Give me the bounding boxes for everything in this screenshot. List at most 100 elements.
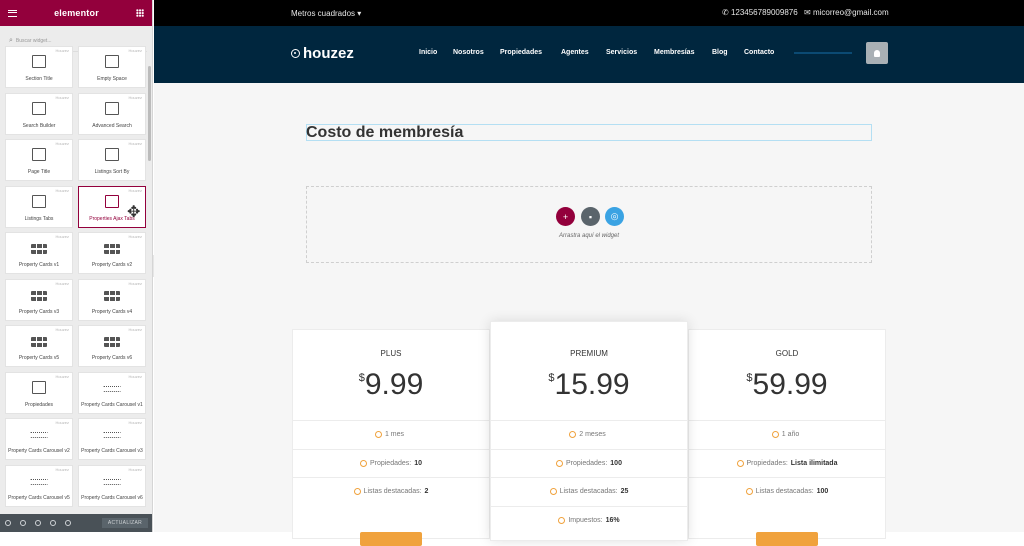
nav-inicio[interactable]: Inicio	[419, 49, 437, 56]
plan-select-button[interactable]	[360, 532, 422, 546]
site-logo[interactable]: houzez	[291, 45, 354, 62]
email-contact[interactable]: ✉ micorreo@gmail.com	[804, 8, 889, 17]
heading-widget[interactable]: Costo de membresía	[306, 124, 872, 141]
kit-library-button[interactable]: ◎	[605, 207, 624, 226]
feature-text: Listas destacadas:	[559, 488, 618, 495]
widget-card[interactable]: Houzez Empty Space	[78, 46, 146, 88]
elementor-panel: elementor ⌕ Buscar widget... Houzez Secti…	[0, 0, 153, 532]
responsive-icon[interactable]	[50, 520, 56, 526]
nav-blog[interactable]: Blog	[712, 49, 728, 56]
search-box-icon	[105, 101, 119, 115]
widget-badge: Houzez	[128, 187, 142, 193]
carousel-icon	[30, 432, 48, 438]
widget-label: Property Cards Carousel v1	[81, 401, 143, 408]
widget-badge: Houzez	[55, 141, 69, 146]
plan-name: GOLD	[775, 349, 799, 358]
widget-badge: Houzez	[55, 420, 69, 425]
feature-text: Impuestos:	[568, 516, 603, 524]
widget-card[interactable]: Houzez Advanced Search	[78, 92, 146, 135]
user-login-button[interactable]	[866, 42, 888, 64]
widget-card[interactable]: Houzez Listings Tabs	[5, 185, 73, 228]
grid-icon	[31, 337, 47, 347]
widget-card[interactable]: Houzez Property Cards Carousel v2	[5, 418, 73, 460]
history-icon[interactable]	[35, 520, 41, 526]
add-section-button[interactable]: +	[556, 207, 575, 226]
widget-label: Propiedades	[24, 401, 54, 408]
check-circle-icon	[745, 488, 753, 495]
plan-select-button[interactable]	[756, 532, 818, 546]
plan-feature: Listas destacadas: 25	[491, 477, 687, 505]
nav-contacto[interactable]: Contacto	[744, 49, 774, 56]
widget-card[interactable]: Houzez Property Cards Carousel v6	[78, 464, 146, 507]
grid-icon	[31, 290, 47, 301]
widget-badge: Houzez	[128, 280, 142, 286]
feature-text: 2 meses	[579, 431, 606, 438]
feature-text: Listas destacadas:	[363, 488, 422, 495]
phone-contact[interactable]: ✆ 123456789009876	[722, 8, 798, 17]
widget-card[interactable]: Houzez Listings Sort By	[78, 139, 146, 181]
widget-card[interactable]: Houzez Property Cards Carousel v3	[78, 418, 146, 460]
preview-icon[interactable]	[65, 520, 71, 526]
plan-feature: Listas destacadas: 2	[293, 477, 489, 505]
widget-badge: Houzez	[128, 373, 142, 379]
nav-servicios[interactable]: Servicios	[606, 49, 637, 56]
widget-card[interactable]: Houzez Property Cards v6	[78, 325, 146, 367]
plan-price: $15.99	[491, 368, 687, 402]
check-circle-icon	[549, 488, 557, 495]
widget-card[interactable]: Houzez Search Builder	[5, 92, 73, 135]
settings-icon[interactable]	[5, 520, 11, 526]
plan-card-plus: PLUS $9.99 1 mes Propiedades: 10 Listas desta…	[292, 329, 490, 546]
widget-card[interactable]: Houzez Property Cards v2	[78, 232, 146, 274]
nav-nosotros[interactable]: Nosotros	[453, 49, 484, 56]
nav-membresias[interactable]: Membresías	[654, 49, 694, 56]
doc-icon	[32, 55, 46, 68]
widget-card[interactable]: Houzez Page Title	[5, 139, 73, 181]
widget-label: Listings Sort By	[94, 169, 130, 175]
widget-badge: Houzez	[55, 280, 69, 286]
feature-text: Listas destacadas:	[755, 488, 814, 495]
feature-text: 1 año	[781, 431, 800, 438]
widget-label: Property Cards v1	[18, 262, 60, 268]
plan-amount: 15.99	[554, 368, 630, 401]
widget-card[interactable]: Houzez Property Cards v5	[5, 325, 73, 367]
widget-card[interactable]: Houzez Propiedades	[5, 371, 73, 414]
widget-card[interactable]: Houzez Property Cards v4	[78, 278, 146, 321]
empty-section-dropzone[interactable]: + ▪ ◎ Arrastra aquí el widget	[306, 186, 872, 263]
widget-badge: Houzez	[128, 48, 142, 53]
widget-badge: Houzez	[55, 234, 69, 239]
feature-text: Propiedades:	[566, 459, 608, 467]
widget-label: Property Cards Carousel v5	[8, 494, 70, 501]
widget-badge: Houzez	[128, 420, 142, 425]
widget-card[interactable]: Houzez Section Title	[5, 46, 73, 88]
widget-label: Advanced Search	[92, 122, 132, 129]
widget-card[interactable]: Houzez Property Cards v1	[5, 232, 73, 274]
widget-label: Empty Space	[97, 76, 127, 82]
nav-placeholder[interactable]	[794, 52, 852, 54]
carousel-icon	[30, 478, 48, 485]
widget-card[interactable]: Houzez Property Cards Carousel v1	[78, 371, 146, 414]
menu-icon[interactable]	[8, 9, 17, 17]
carousel-icon	[103, 432, 121, 438]
panel-scrollbar[interactable]	[148, 66, 151, 161]
widgets-grid-icon[interactable]	[135, 9, 144, 17]
widget-card[interactable]: Houzez Property Cards Carousel v5	[5, 464, 73, 507]
update-button[interactable]: ACTUALIZAR	[101, 518, 148, 528]
feature-value: 100	[816, 488, 829, 495]
plan-price: $9.99	[293, 368, 489, 402]
feature-text: 1 mes	[384, 431, 405, 438]
navigator-icon[interactable]	[20, 520, 26, 526]
panel-header: elementor	[0, 0, 152, 26]
nav-agentes[interactable]: Agentes	[561, 49, 589, 56]
widget-card[interactable]: Houzez Property Cards v3	[5, 278, 73, 321]
template-library-button[interactable]: ▪	[581, 207, 600, 226]
folder-icon	[105, 194, 119, 208]
plan-currency: $	[358, 372, 365, 384]
page-canvas: Costo de membresía + ▪ ◎ Arrastra aquí e…	[154, 83, 1024, 546]
feature-value: 100	[610, 459, 622, 467]
nav-propiedades[interactable]: Propiedades	[500, 49, 542, 56]
area-unit-select[interactable]: Metros cuadrados ▾	[291, 9, 361, 18]
folder-icon	[32, 194, 46, 208]
plan-feature: 2 meses	[491, 420, 687, 448]
search-input[interactable]: Buscar widget...	[16, 38, 52, 44]
check-circle-icon	[569, 431, 577, 438]
